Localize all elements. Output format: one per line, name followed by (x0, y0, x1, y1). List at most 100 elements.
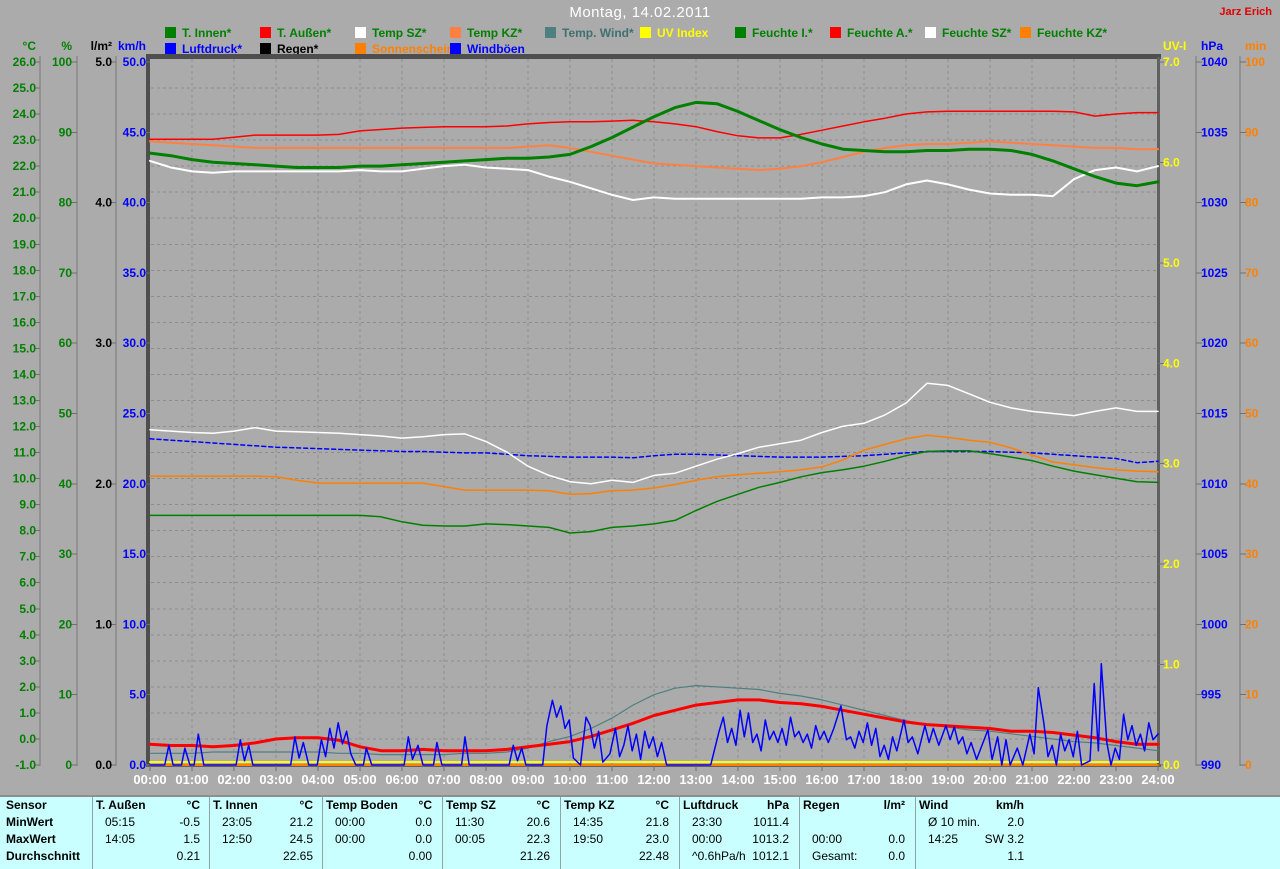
axis-tick-label-hum: 40 (59, 477, 73, 491)
axis-tick-label-uv: 5.0 (1163, 256, 1180, 270)
table-cell-time: 00:00 (812, 832, 843, 846)
table-row: 14:35 21.8 (561, 814, 676, 831)
table-cell-value: 0.0 (888, 849, 905, 863)
axis-unit-rain: l/m² (91, 39, 112, 53)
table-row: 0.21 (93, 848, 207, 865)
x-axis-label: 24:00 (1141, 772, 1174, 787)
axis-tick-label-hum: 50 (59, 407, 73, 421)
table-column-temp-kz: Temp KZ °C 14:35 21.8 19:50 23.0 22.48 (560, 797, 676, 869)
table-cell-time: 00:00 (335, 815, 366, 829)
table-cell-time: 11:30 (455, 815, 485, 829)
axis-unit-wind: km/h (118, 39, 146, 53)
table-row: 19:50 23.0 (561, 831, 676, 848)
axis-tick-label-uv: 6.0 (1163, 155, 1180, 169)
table-row-label-maxwert: MaxWert (6, 832, 56, 846)
table-cell-time: Ø 10 min. (928, 815, 981, 829)
table-row: 23:30 1011.4 (680, 814, 796, 831)
axis-tick-label-wind: 10.0 (123, 617, 147, 631)
x-axis-label: 17:00 (847, 772, 880, 787)
table-row: 11:30 20.6 (443, 814, 557, 831)
table-cell-value: SW 3.2 (984, 832, 1024, 846)
axis-tick-label-rain: 3.0 (95, 336, 112, 350)
table-cell-time: 00:00 (335, 832, 366, 846)
axis-tick-label-wind: 25.0 (123, 407, 147, 421)
axis-tick-label-wind: 50.0 (123, 55, 147, 69)
axis-tick-label-temp: 11.0 (13, 446, 36, 460)
axis-tick-label-rain: 5.0 (95, 55, 112, 69)
axis-tick-label-hpa: 1015 (1201, 407, 1228, 421)
axis-tick-label-hum: 100 (52, 55, 72, 69)
weather-chart: -1.0 0.0 1.0 2.0 3.0 4.0 5.0 6.0 7.0 8.0 9.0 10.0 11… (13, 39, 1267, 787)
axis-tick-label-temp: 14.0 (13, 367, 37, 381)
axis-tick-label-wind: 15.0 (123, 547, 147, 561)
axis-unit-hpa: hPa (1201, 39, 1223, 53)
table-cell-time: Gesamt: (812, 849, 858, 863)
axis-tick-label-sun: 60 (1245, 336, 1259, 350)
x-axis-label: 06:00 (385, 772, 418, 787)
table-row: 21.26 (443, 848, 557, 865)
table-row: 14:25 SW 3.2 (916, 831, 1031, 848)
table-cell-value: 0.0 (415, 815, 432, 829)
axis-tick-label-temp: 0.0 (19, 732, 36, 746)
table-column-temp-sz: Temp SZ °C 11:30 20.6 00:05 22.3 21.26 (442, 797, 557, 869)
table-col-name: Temp KZ (564, 798, 615, 812)
axis-tick-label-sun: 20 (1245, 617, 1259, 631)
table-row: Temp SZ °C (443, 797, 557, 814)
table-row: 12:50 24.5 (210, 831, 320, 848)
table-cell-value: 2.0 (1007, 815, 1024, 829)
table-row: Wind km/h (916, 797, 1031, 814)
table-row: Luftdruck hPa (680, 797, 796, 814)
table-col-unit: km/h (995, 798, 1024, 812)
x-axis-label: 04:00 (301, 772, 334, 787)
table-row: 00:00 0.0 (323, 831, 439, 848)
axis-tick-label-uv: 2.0 (1163, 557, 1180, 571)
table-col-name: T. Außen (96, 798, 146, 812)
axis-unit-sun: min (1245, 39, 1266, 53)
table-column-regen: Regen l/m² 00:00 0.0 Gesamt: 0.0 (799, 797, 912, 869)
axis-tick-label-hpa: 1035 (1201, 125, 1228, 139)
table-row: 00:00 1013.2 (680, 831, 796, 848)
table-cell-time: 05:15 (105, 815, 136, 829)
axis-tick-label-rain: 4.0 (95, 196, 112, 210)
table-cell-value: 0.0 (415, 832, 432, 846)
table-cell-time: 23:30 (692, 815, 723, 829)
axis-tick-label-hpa: 1010 (1201, 477, 1228, 491)
table-col-name: Temp Boden (326, 798, 398, 812)
axis-tick-label-wind: 45.0 (123, 125, 147, 139)
table-row: 05:15 -0.5 (93, 814, 207, 831)
axis-tick-label-sun: 40 (1245, 477, 1259, 491)
axis-tick-label-sun: 10 (1245, 688, 1259, 702)
table-cell-time: 14:25 (928, 832, 959, 846)
axis-tick-label-temp: 10.0 (13, 472, 37, 486)
table-row: Ø 10 min. 2.0 (916, 814, 1031, 831)
x-axis-label: 10:00 (553, 772, 586, 787)
axis-tick-label-uv: 0.0 (1163, 758, 1180, 772)
table-cell-time: 19:50 (573, 832, 604, 846)
axis-unit-hum: % (61, 39, 72, 53)
axis-tick-label-temp: 18.0 (13, 263, 37, 277)
table-col-unit: °C (536, 798, 550, 812)
axis-tick-label-sun: 50 (1245, 407, 1259, 421)
table-cell-value: 1011.4 (753, 815, 789, 829)
table-col-unit: hPa (766, 798, 789, 812)
axis-tick-label-wind: 35.0 (123, 266, 147, 280)
axis-tick-label-sun: 80 (1245, 196, 1259, 210)
axis-tick-label-temp: 21.0 (13, 185, 37, 199)
table-col-name: Wind (919, 798, 949, 812)
axis-tick-label-uv: 7.0 (1163, 55, 1180, 69)
axis-tick-label-hpa: 1030 (1201, 196, 1228, 210)
x-axis-label: 03:00 (259, 772, 292, 787)
x-axis-label: 21:00 (1015, 772, 1048, 787)
x-axis-label: 19:00 (931, 772, 964, 787)
axis-tick-label-wind: 30.0 (123, 336, 147, 350)
axis-tick-label-sun: 70 (1245, 266, 1259, 280)
axis-tick-label-hpa: 1040 (1201, 55, 1228, 69)
table-col-unit: °C (418, 798, 432, 812)
table-row: 22.48 (561, 848, 676, 865)
axis-tick-label-temp: 2.0 (19, 680, 36, 694)
axis-tick-label-temp: 7.0 (19, 550, 36, 564)
x-axis-label: 08:00 (469, 772, 502, 787)
table-col-name: T. Innen (213, 798, 258, 812)
axis-tick-label-temp: 1.0 (19, 706, 36, 720)
table-col-unit: °C (186, 798, 200, 812)
